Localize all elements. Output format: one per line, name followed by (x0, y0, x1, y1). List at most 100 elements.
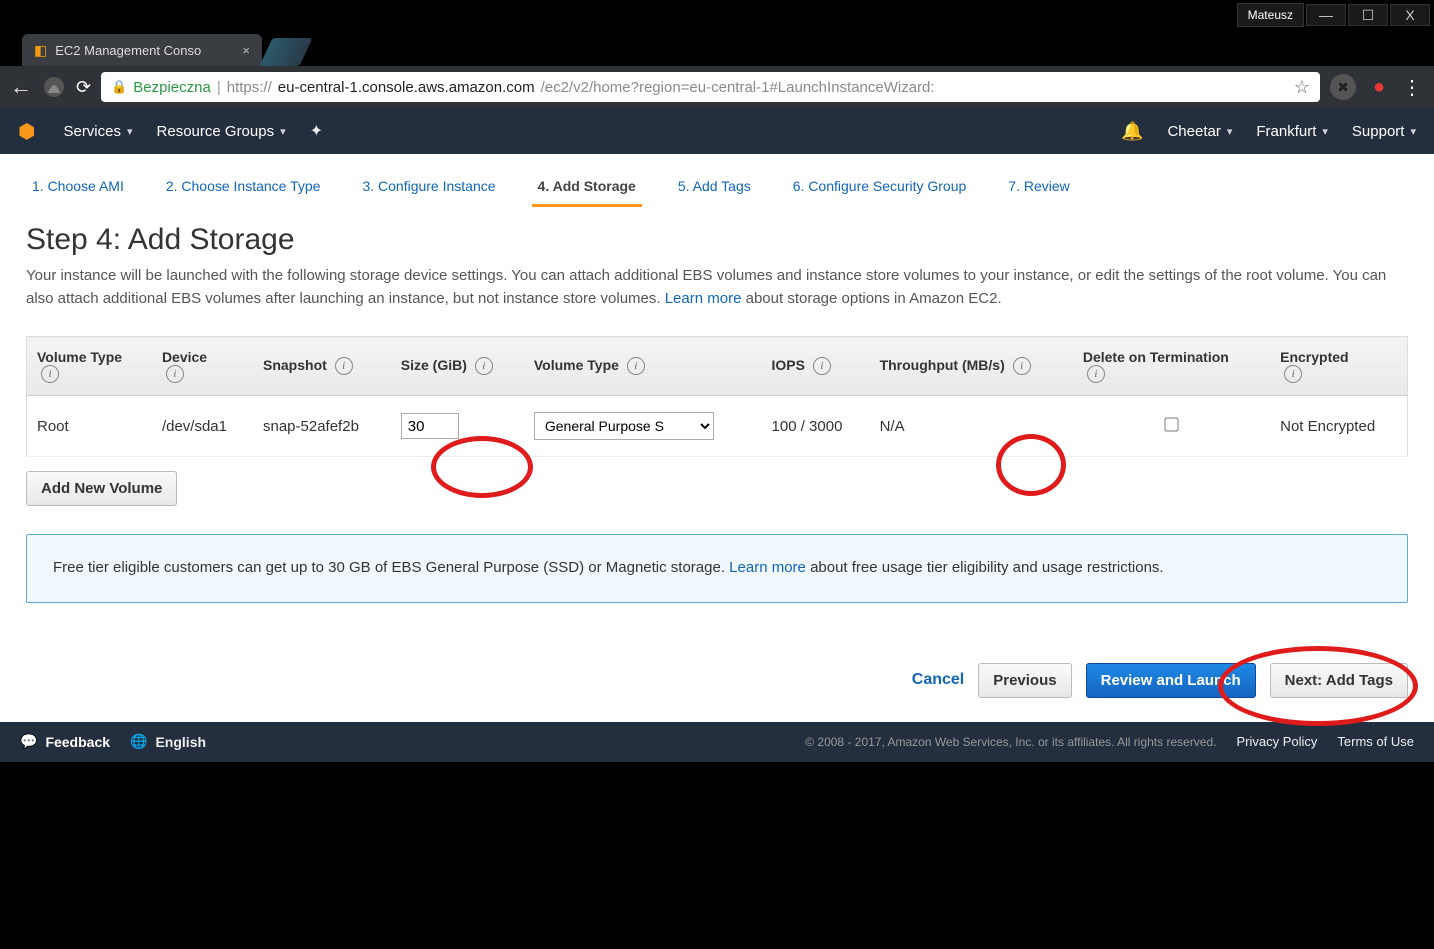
th-iops: IOPS i (762, 337, 870, 396)
wizard-tab-7[interactable]: 7. Review (1002, 170, 1075, 207)
add-new-volume-button[interactable]: Add New Volume (26, 471, 177, 506)
chevron-down-icon: ▾ (127, 125, 133, 138)
th-volume-type-label: Volume Type (37, 349, 122, 365)
feedback-link[interactable]: 💬 Feedback (20, 733, 110, 750)
chat-icon: 💬 (20, 733, 37, 750)
nav-account-label: Cheetar (1167, 123, 1220, 140)
table-row: Root /dev/sda1 snap-52afef2b General Pur… (27, 396, 1408, 457)
th-size-label: Size (GiB) (401, 357, 467, 373)
nav-region[interactable]: Frankfurt ▾ (1256, 123, 1328, 140)
previous-button[interactable]: Previous (978, 663, 1071, 698)
step-description: Your instance will be launched with the … (26, 265, 1408, 310)
th-throughput: Throughput (MB/s) i (870, 337, 1073, 396)
browser-tab-title: EC2 Management Conso (55, 43, 201, 58)
storage-table: Volume Typei Devicei Snapshot i Size (Gi… (26, 336, 1408, 457)
url-divider: | (217, 79, 221, 96)
nav-services-label: Services (63, 123, 121, 140)
banner-learn-more-link[interactable]: Learn more (729, 559, 806, 576)
cell-iops: 100 / 3000 (762, 396, 870, 457)
banner-text-before: Free tier eligible customers can get up … (53, 559, 729, 576)
info-icon[interactable]: i (813, 357, 831, 375)
nav-account[interactable]: Cheetar ▾ (1167, 123, 1232, 140)
wizard-tab-2[interactable]: 2. Choose Instance Type (160, 170, 327, 207)
browser-toolbar: ← ⟳ 🔒 Bezpieczna | https://eu-central-1.… (0, 66, 1434, 108)
globe-icon: 🌐 (130, 733, 147, 750)
th-size: Size (GiB) i (391, 337, 524, 396)
back-button[interactable]: ← (10, 74, 32, 100)
pin-icon[interactable]: ✦ (310, 121, 323, 141)
window-maximize[interactable]: ☐ (1348, 4, 1388, 26)
th-volume-type: Volume Typei (27, 337, 152, 396)
step-desc-after: about storage options in Amazon EC2. (746, 290, 1002, 307)
review-and-launch-button[interactable]: Review and Launch (1086, 663, 1256, 698)
cell-throughput: N/A (870, 396, 1073, 457)
wizard-tab-5[interactable]: 5. Add Tags (672, 170, 757, 207)
chevron-down-icon: ▾ (1322, 125, 1328, 138)
bell-icon[interactable]: 🔔 (1121, 121, 1143, 142)
window-minimize[interactable]: — (1306, 4, 1346, 26)
window-close[interactable]: X (1390, 4, 1430, 26)
delete-on-termination-checkbox[interactable] (1164, 417, 1178, 431)
volume-type-select[interactable]: General Purpose S (534, 412, 714, 440)
url-scheme: https:// (227, 79, 272, 96)
info-icon[interactable]: i (335, 357, 353, 375)
extension-mic-icon[interactable]: ● (1366, 74, 1392, 100)
window-titlebar: Mateusz — ☐ X (0, 0, 1434, 30)
bookmark-star-icon[interactable]: ☆ (1294, 77, 1310, 98)
copyright-text: © 2008 - 2017, Amazon Web Services, Inc.… (805, 735, 1216, 749)
add-volume-row: Add New Volume (26, 457, 1408, 524)
terms-of-use-link[interactable]: Terms of Use (1337, 734, 1414, 749)
cell-volume-type: Root (27, 396, 152, 457)
info-icon[interactable]: i (475, 357, 493, 375)
aws-footer: 💬 Feedback 🌐 English © 2008 - 2017, Amaz… (0, 722, 1434, 762)
chevron-down-icon: ▾ (1410, 125, 1416, 138)
new-tab-button[interactable] (259, 38, 312, 66)
nav-resource-groups-label: Resource Groups (157, 123, 275, 140)
size-input[interactable] (401, 413, 459, 439)
aws-logo-icon[interactable]: ⬢ (18, 119, 35, 144)
learn-more-link[interactable]: Learn more (665, 290, 742, 307)
free-tier-banner: Free tier eligible customers can get up … (26, 534, 1408, 603)
reload-button[interactable]: ⟳ (76, 77, 91, 98)
th-snapshot-label: Snapshot (263, 357, 327, 373)
address-bar[interactable]: 🔒 Bezpieczna | https://eu-central-1.cons… (101, 72, 1320, 102)
th-encrypted-label: Encrypted (1280, 349, 1348, 365)
nav-services[interactable]: Services ▾ (63, 123, 132, 140)
cell-encrypted: Not Encrypted (1270, 396, 1407, 457)
next-add-tags-button[interactable]: Next: Add Tags (1270, 663, 1408, 698)
banner-text-after: about free usage tier eligibility and us… (810, 559, 1164, 576)
lock-icon: 🔒 (111, 79, 127, 95)
info-icon[interactable]: i (627, 357, 645, 375)
info-icon[interactable]: i (166, 365, 184, 383)
browser-tab-active[interactable]: ◧ EC2 Management Conso × (22, 34, 262, 66)
feedback-label: Feedback (45, 734, 110, 750)
privacy-policy-link[interactable]: Privacy Policy (1237, 734, 1318, 749)
language-selector[interactable]: 🌐 English (130, 733, 206, 750)
extension-icon-1[interactable]: ✖ (1330, 74, 1356, 100)
wizard-tab-3[interactable]: 3. Configure Instance (356, 170, 501, 207)
info-icon[interactable]: i (1013, 357, 1031, 375)
secure-label: Bezpieczna (133, 79, 211, 96)
th-snapshot: Snapshot i (253, 337, 391, 396)
info-icon[interactable]: i (1087, 365, 1105, 383)
step-title: Step 4: Add Storage (26, 223, 1408, 257)
info-icon[interactable]: i (1284, 365, 1302, 383)
nav-support-label: Support (1352, 123, 1405, 140)
info-icon[interactable]: i (41, 365, 59, 383)
cell-voltype-select: General Purpose S (524, 396, 762, 457)
nav-support[interactable]: Support ▾ (1352, 123, 1416, 140)
chevron-down-icon: ▾ (280, 125, 286, 138)
tab-close-icon[interactable]: × (242, 43, 250, 58)
nav-resource-groups[interactable]: Resource Groups ▾ (157, 123, 286, 140)
nav-region-label: Frankfurt (1256, 123, 1316, 140)
cell-snapshot: snap-52afef2b (253, 396, 391, 457)
browser-tabstrip: ◧ EC2 Management Conso × (0, 30, 1434, 66)
browser-menu-icon[interactable]: ⋮ (1402, 75, 1424, 100)
wizard-tab-4[interactable]: 4. Add Storage (532, 170, 642, 207)
th-delete-on-term: Delete on Terminationi (1073, 337, 1270, 396)
th-voltype2: Volume Type i (524, 337, 762, 396)
wizard-tab-1[interactable]: 1. Choose AMI (26, 170, 130, 207)
cancel-link[interactable]: Cancel (912, 671, 964, 689)
th-delete-label: Delete on Termination (1083, 349, 1229, 365)
wizard-tab-6[interactable]: 6. Configure Security Group (787, 170, 973, 207)
